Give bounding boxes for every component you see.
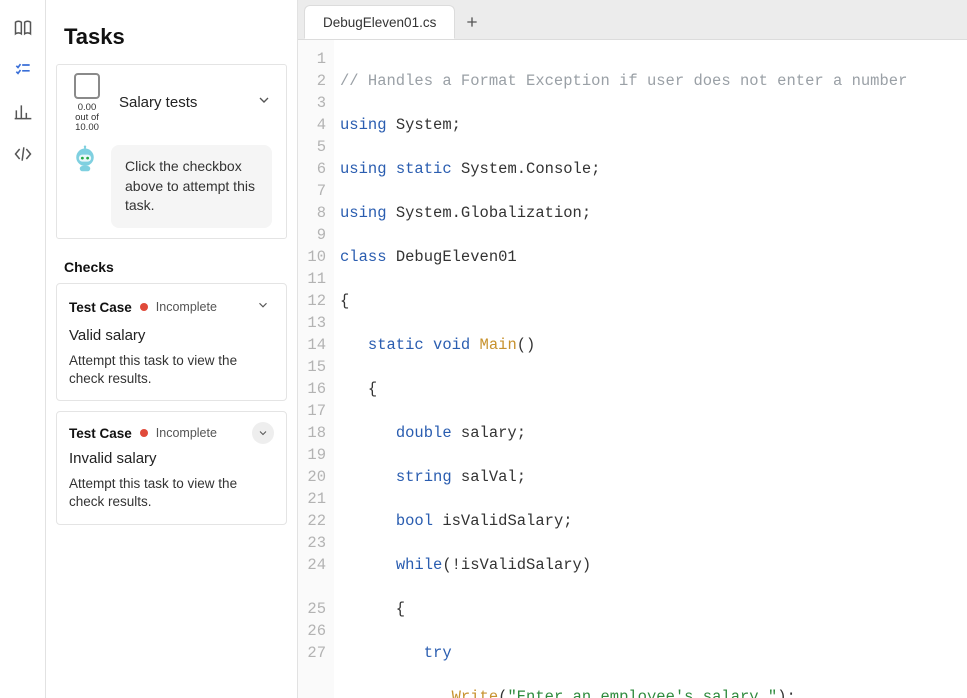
code-token: // Handles a Format Exception if user do… — [340, 72, 907, 90]
code-token: bool — [396, 512, 433, 530]
check-header: Test Case Incomplete — [69, 294, 274, 321]
code-token: class — [340, 248, 387, 266]
check-name: Valid salary — [69, 327, 274, 344]
code-token: void — [424, 336, 471, 354]
code-token — [340, 424, 396, 442]
score-total: 10.00 — [75, 123, 99, 133]
check-header: Test Case Incomplete — [69, 422, 274, 444]
tasks-sidebar: Tasks 0.00 out of 10.00 Salary tests — [46, 0, 298, 698]
task-score: 0.00 out of 10.00 — [75, 103, 99, 133]
code-token: Write — [452, 688, 499, 698]
bar-chart-icon[interactable] — [13, 102, 33, 122]
code-token: salVal; — [452, 468, 526, 486]
tab-label: DebugEleven01.cs — [323, 15, 436, 30]
file-tab[interactable]: DebugEleven01.cs — [304, 5, 455, 39]
code-content[interactable]: // Handles a Format Exception if user do… — [334, 40, 953, 698]
code-token: ); — [777, 688, 796, 698]
code-token — [340, 688, 452, 698]
code-token: System.Globalization; — [387, 204, 592, 222]
task-check-column: 0.00 out of 10.00 — [67, 73, 107, 133]
check-card: Test Case Incomplete Invalid salary Atte… — [56, 411, 287, 524]
code-icon[interactable] — [13, 144, 33, 164]
code-token: DebugEleven01 — [387, 248, 517, 266]
robot-icon — [71, 145, 99, 173]
code-token — [340, 512, 396, 530]
code-token: { — [340, 600, 405, 618]
chevron-down-icon[interactable] — [252, 88, 276, 117]
assistant-hint: Click the checkbox above to attempt this… — [111, 145, 272, 228]
code-token: using — [340, 160, 387, 178]
code-token — [340, 644, 424, 662]
assistant-row: Click the checkbox above to attempt this… — [57, 139, 286, 238]
chevron-down-icon[interactable] — [252, 422, 274, 444]
task-checkbox[interactable] — [74, 73, 100, 99]
status-dot-icon — [140, 429, 148, 437]
check-label: Test Case — [69, 300, 132, 315]
checks-heading: Checks — [46, 249, 297, 283]
check-status: Incomplete — [156, 300, 244, 314]
code-token: { — [340, 380, 377, 398]
code-token: (!isValidSalary) — [442, 556, 591, 574]
task-item: 0.00 out of 10.00 Salary tests — [56, 64, 287, 239]
code-token: isValidSalary; — [433, 512, 573, 530]
code-token: while — [396, 556, 443, 574]
chevron-down-icon[interactable] — [252, 294, 274, 321]
code-token — [340, 336, 368, 354]
code-token — [340, 556, 396, 574]
code-token: () — [517, 336, 536, 354]
new-tab-button[interactable] — [455, 5, 489, 39]
code-token: static — [368, 336, 424, 354]
task-name: Salary tests — [119, 94, 240, 111]
check-name: Invalid salary — [69, 450, 274, 467]
code-token: System.Console; — [452, 160, 601, 178]
code-token: "Enter an employee's salary " — [507, 688, 777, 698]
check-hint: Attempt this task to view the check resu… — [69, 475, 274, 511]
code-token: double — [396, 424, 452, 442]
check-card: Test Case Incomplete Valid salary Attemp… — [56, 283, 287, 401]
code-token: System; — [387, 116, 461, 134]
check-status: Incomplete — [156, 426, 244, 440]
code-token: Main — [470, 336, 517, 354]
code-token — [340, 468, 396, 486]
task-header: 0.00 out of 10.00 Salary tests — [57, 65, 286, 139]
code-token: using — [340, 116, 387, 134]
code-token: salary; — [452, 424, 526, 442]
status-dot-icon — [140, 303, 148, 311]
editor-area: DebugEleven01.cs 12345678910111213141516… — [298, 0, 967, 698]
code-token: try — [424, 644, 452, 662]
code-token: { — [340, 292, 349, 310]
list-check-icon[interactable] — [13, 60, 33, 80]
book-icon[interactable] — [13, 18, 33, 38]
code-token: string — [396, 468, 452, 486]
sidebar-title: Tasks — [46, 0, 297, 64]
check-hint: Attempt this task to view the check resu… — [69, 352, 274, 388]
code-editor[interactable]: 1234567891011121314151617181920212223242… — [298, 40, 967, 698]
code-token: static — [387, 160, 452, 178]
tab-bar: DebugEleven01.cs — [298, 0, 967, 40]
line-gutter: 1234567891011121314151617181920212223242… — [298, 40, 334, 698]
code-token: using — [340, 204, 387, 222]
icon-sidebar — [0, 0, 46, 698]
check-label: Test Case — [69, 426, 132, 441]
